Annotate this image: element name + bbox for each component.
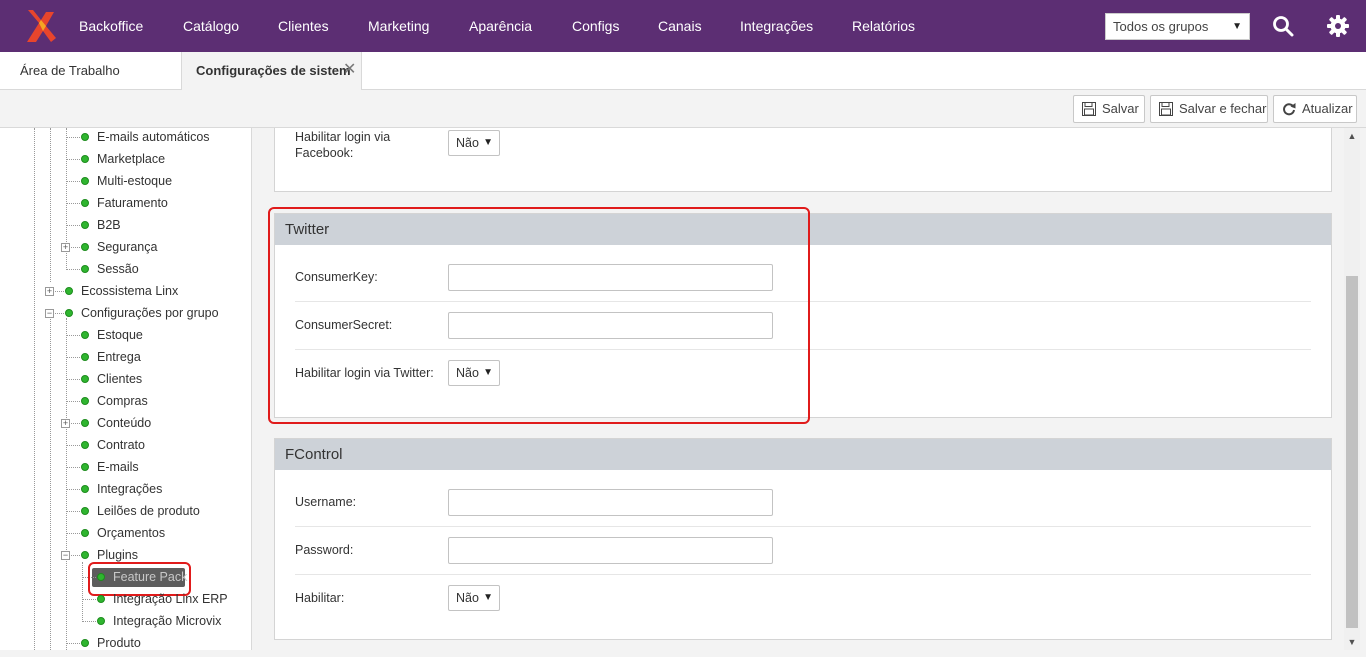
scroll-up-icon[interactable]: ▲ [1344,128,1360,144]
group-select[interactable]: Todos os grupos ▼ [1105,13,1250,40]
expand-icon[interactable]: + [45,287,54,296]
fcontrol-password-input[interactable] [448,537,773,564]
facebook-panel: Habilitar login via Facebook: Não ▼ [274,128,1332,192]
content-scrollbar[interactable]: ▲ ▼ [1344,128,1360,650]
nav-integracoes[interactable]: Integrações [740,0,813,52]
nav-catalogo[interactable]: Catálogo [183,0,239,52]
fcontrol-panel: FControl Username: Password: Habilitar: … [274,438,1332,640]
settings-content: Habilitar login via Facebook: Não ▼ Twit… [253,128,1344,650]
save-label: Salvar [1102,101,1139,116]
collapse-icon[interactable]: − [61,551,70,560]
tab-configuracoes-label: Configurações de sistem [196,63,351,78]
tree-guide [50,128,51,282]
close-icon[interactable]: ✕ [343,52,356,88]
nav-aparencia[interactable]: Aparência [469,0,532,52]
fcontrol-password-row: Password: [295,527,1311,575]
fcontrol-panel-title: FControl [275,439,1331,470]
group-select-value: Todos os grupos [1113,19,1209,34]
save-and-close-button[interactable]: Salvar e fechar [1150,95,1268,123]
fcontrol-enable-select[interactable]: Não ▼ [448,585,500,611]
fcontrol-enable-value: Não [456,591,479,605]
fcontrol-username-label: Username: [295,495,357,509]
save-button[interactable]: Salvar [1073,95,1145,123]
facebook-login-label-line2: Facebook: [295,146,354,160]
nav-backoffice[interactable]: Backoffice [79,0,143,52]
top-navbar: Backoffice Catálogo Clientes Marketing A… [0,0,1366,52]
facebook-login-select[interactable]: Não ▼ [448,130,500,156]
facebook-login-value: Não [456,136,479,150]
tab-bar: Área de Trabalho Configurações de sistem… [0,52,1366,91]
facebook-login-label-line1: Habilitar login via [295,130,391,144]
fcontrol-enable-row: Habilitar: Não ▼ [295,575,1311,623]
chevron-down-icon: ▼ [1232,21,1242,32]
linx-logo-icon[interactable] [24,8,58,44]
fcontrol-enable-label: Habilitar: [295,591,345,605]
toolbar: Salvar Salvar e fechar Atualizar [0,90,1366,128]
floppy-icon [1159,102,1173,116]
scroll-thumb[interactable] [1346,276,1358,628]
tree-guide [66,318,67,650]
scroll-down-icon[interactable]: ▼ [1344,634,1360,650]
facebook-login-label: Habilitar login via Facebook: [295,129,390,161]
expand-icon[interactable]: + [61,419,70,428]
tab-area-de-trabalho[interactable]: Área de Trabalho [0,52,181,90]
tree-guide [34,128,35,650]
floppy-icon [1082,102,1096,116]
refresh-button[interactable]: Atualizar [1273,95,1357,123]
facebook-login-row: Habilitar login via Facebook: Não ▼ [295,128,1311,189]
nav-canais[interactable]: Canais [658,0,702,52]
fcontrol-password-label: Password: [295,543,354,557]
collapse-icon[interactable]: − [45,309,54,318]
chevron-down-icon: ▼ [483,592,493,603]
expand-icon[interactable]: + [61,243,70,252]
nav-marketing[interactable]: Marketing [368,0,429,52]
nav-relatorios[interactable]: Relatórios [852,0,915,52]
settings-tree: E-mails automáticos Marketplace Multi-es… [0,128,252,650]
nav-configs[interactable]: Configs [572,0,619,52]
fcontrol-username-row: Username: [295,470,1311,527]
refresh-icon [1283,103,1296,116]
nav-clientes[interactable]: Clientes [278,0,329,52]
annotation-highlight-twitter [268,207,810,424]
tree-guide [82,562,83,622]
refresh-label: Atualizar [1302,101,1353,116]
fcontrol-username-input[interactable] [448,489,773,516]
save-and-close-label: Salvar e fechar [1179,101,1267,116]
chevron-down-icon: ▼ [483,137,493,148]
gear-icon[interactable] [1326,14,1350,38]
tree-guide [50,314,51,650]
search-icon[interactable] [1271,14,1295,38]
tab-configuracoes[interactable]: Configurações de sistem [181,52,362,91]
